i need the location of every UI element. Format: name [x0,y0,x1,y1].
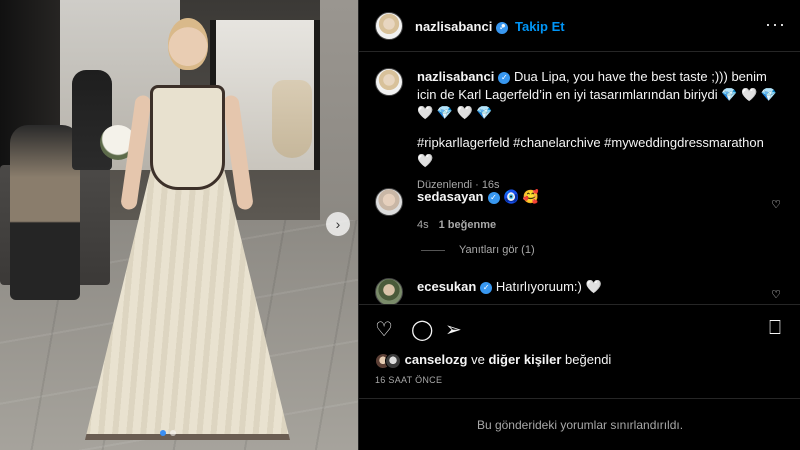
photo-subject-dress [150,85,225,190]
comment-username[interactable]: sedasayan [417,189,484,204]
view-replies-label: Yanıtları gör (1) [459,244,535,256]
post-actions: ♡ ◯ ➢ ⎕ [359,304,800,349]
share-icon[interactable]: ➢ [445,317,462,342]
likes-summary: canselozg ve diğer kişiler beğendi [375,352,611,369]
view-replies-button[interactable]: Yanıtları gör (1) [421,244,535,256]
post-photo[interactable]: › [0,0,358,450]
avatar[interactable] [375,278,403,304]
bookmark-icon[interactable]: ⎕ [769,317,781,340]
photo-subject [168,18,208,70]
comments-list[interactable]: nazlisabanci ✓ Dua Lipa, you have the bes… [359,52,800,304]
follow-button[interactable]: Takip Et [515,19,565,34]
liker-username[interactable]: canselozg [405,352,468,367]
comment-text: Hatırlıyoruum:) 🤍 [495,279,602,294]
verified-badge-icon: ✓ [487,191,500,204]
chevron-right-icon[interactable]: › [326,212,350,236]
avatar[interactable] [375,188,403,216]
more-horizontal-icon[interactable]: ··· [765,14,786,35]
likes-suffix: beğendi [561,352,612,367]
verified-badge-icon: ✓ [498,71,511,84]
comment-icon[interactable]: ◯ [411,317,433,342]
post-header: nazlisabanci ✓ • Takip Et ··· [359,0,800,52]
heart-icon[interactable]: ♡ [771,286,781,304]
carousel-dot [170,430,176,436]
caption-hashtags[interactable]: #ripkarllagerfeld #chanelarchive #mywedd… [417,134,782,170]
caption-username[interactable]: nazlisabanci [417,69,494,84]
comment-text: 🧿 🥰 [503,189,540,204]
post-timestamp[interactable]: 16 SAAT ÖNCE [375,375,442,385]
avatar[interactable] [375,12,403,40]
replies-line [421,249,445,251]
comment-body: ecesukan ✓ Hatırlıyoruum:) 🤍 [417,278,782,296]
photo-background [272,80,312,158]
comment-username[interactable]: ecesukan [417,279,476,294]
carousel-dots [160,430,176,436]
caption-body: nazlisabanci ✓ Dua Lipa, you have the bes… [417,68,782,194]
comment-likes[interactable]: 1 beğenme [439,219,496,231]
comment-meta: 4s 1 beğenme [417,216,782,234]
username-text[interactable]: nazlisabanci [415,19,492,34]
header-username[interactable]: nazlisabanci ✓ [415,19,509,34]
avatar [385,352,401,369]
comment-time: 4s [417,219,429,231]
header-separator: • [501,18,506,33]
avatar[interactable] [375,68,403,96]
post-side-panel: nazlisabanci ✓ • Takip Et ··· nazlisabanc… [358,0,800,450]
other-likers-link[interactable]: diğer kişiler [488,352,561,367]
comment-body: sedasayan ✓ 🧿 🥰 4s 1 beğenme [417,188,782,234]
carousel-dot [160,430,166,436]
verified-badge-icon: ✓ [480,281,493,294]
comments-restricted-notice: Bu gönderideki yorumlar sınırlandırıldı. [359,398,800,450]
photo-person [10,125,80,300]
likes-connector: ve [467,352,489,367]
instagram-post-modal: › nazlisabanci ✓ • Takip Et ··· nazlisaba… [0,0,800,450]
heart-icon[interactable]: ♡ [771,196,781,214]
heart-icon[interactable]: ♡ [375,317,393,342]
